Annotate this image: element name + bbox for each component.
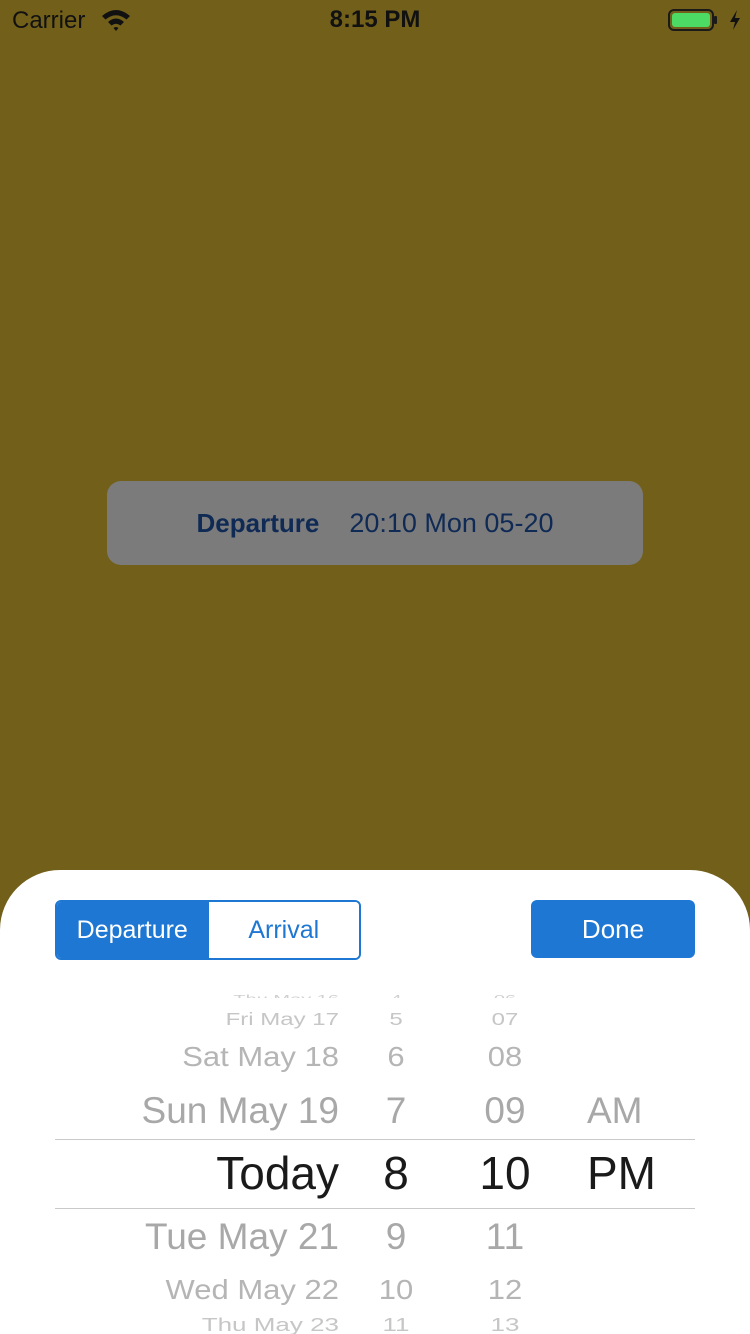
minute-option: 06: [460, 994, 550, 998]
minute-option-selected: 10: [479, 1147, 531, 1199]
hour-option-selected: 8: [383, 1147, 409, 1199]
hour-wheel[interactable]: 4 5 6 7 8 9 10 11: [351, 990, 441, 1334]
hour-option: 11: [382, 1313, 410, 1334]
summary-label: Departure: [196, 507, 320, 538]
minute-option: 09: [484, 1090, 526, 1131]
minute-wheel[interactable]: 06 07 08 09 10 11 12 13: [460, 990, 550, 1334]
date-option: Thu May 23: [201, 1313, 339, 1334]
ampm-wheel[interactable]: AM PM: [587, 990, 687, 1334]
minute-option: 11: [485, 1216, 525, 1257]
hour-option: 5: [389, 1009, 403, 1030]
status-time: 8:15 PM: [329, 6, 421, 33]
date-picker-sheet: Departure Arrival Done Thu May 16 Fri Ma…: [0, 870, 750, 1334]
date-option: Fri May 17: [225, 1009, 339, 1030]
done-button[interactable]: Done: [531, 900, 695, 958]
hour-option: 7: [385, 1090, 407, 1131]
ampm-option: AM: [587, 1090, 643, 1131]
minute-option: 07: [491, 1009, 519, 1030]
hour-option: 9: [385, 1216, 407, 1257]
minute-option: 08: [487, 1040, 523, 1073]
date-option: Sun May 19: [141, 1090, 339, 1131]
battery-icon: [668, 9, 717, 31]
date-option-selected: Today: [216, 1147, 339, 1199]
date-option: Tue May 21: [145, 1216, 339, 1257]
hour-option: 4: [351, 994, 441, 998]
segment-arrival[interactable]: Arrival: [207, 902, 359, 958]
date-option: Thu May 16: [55, 994, 339, 998]
minute-option: 12: [487, 1273, 523, 1306]
hour-option: 6: [387, 1040, 405, 1073]
minute-option: 13: [490, 1313, 520, 1334]
ampm-option-selected: PM: [587, 1147, 656, 1199]
status-bar: Carrier 8:15 PM: [0, 0, 750, 40]
departure-arrival-segmented-control: Departure Arrival: [55, 900, 361, 960]
segment-departure[interactable]: Departure: [57, 902, 208, 958]
departure-summary[interactable]: Departure 20:10 Mon 05-20: [107, 481, 643, 565]
charging-bolt-icon: [730, 10, 740, 30]
hour-option: 10: [378, 1273, 414, 1306]
summary-datetime: 20:10 Mon 05-20: [349, 507, 554, 538]
date-wheel[interactable]: Thu May 16 Fri May 17 Sat May 18 Sun May…: [55, 990, 339, 1334]
screen: Carrier 8:15 PM Departure 20:10 Mon 05-2…: [0, 0, 750, 1334]
date-option: Sat May 18: [182, 1040, 339, 1073]
datetime-picker[interactable]: Thu May 16 Fri May 17 Sat May 18 Sun May…: [55, 990, 695, 1334]
date-option: Wed May 22: [165, 1273, 339, 1306]
